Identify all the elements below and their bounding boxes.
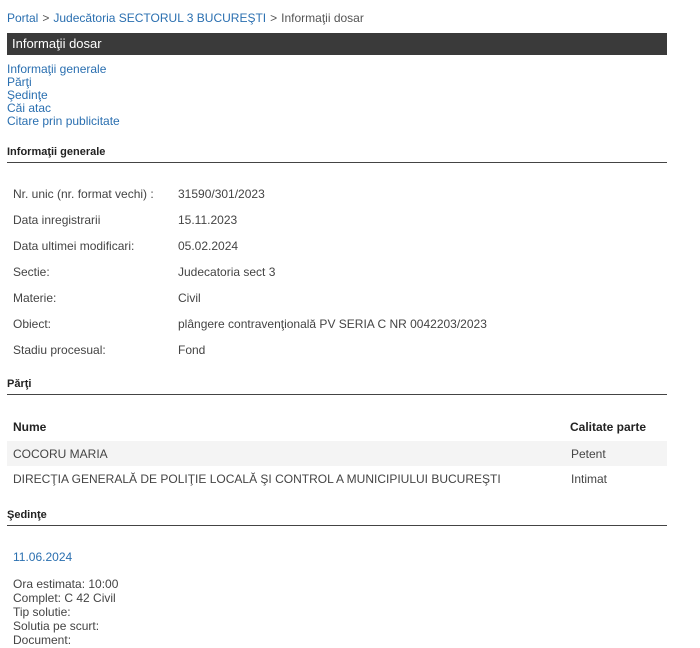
section-nav: Informaţii generale Părţi Şedinţe Căi at… [7,63,120,128]
info-value: 15.11.2023 [178,213,238,227]
parti-table-header: Nume Calitate parte [7,416,667,438]
column-header-nume: Nume [13,420,47,434]
hearing-details: Ora estimata: 10:00 Complet: C 42 Civil … [13,577,118,647]
breadcrumb-separator: > [270,11,278,25]
column-header-calitate: Calitate parte [570,420,647,434]
breadcrumb: Portal > Judecătoria SECTORUL 3 BUCUREŞTI >… [7,11,364,25]
party-role: Petent [571,447,606,461]
info-label: Stadiu procesual: [13,343,106,357]
info-value: Judecatoria sect 3 [178,265,276,279]
breadcrumb-court-link[interactable]: Judecătoria SECTORUL 3 BUCUREŞTI [53,11,266,25]
info-value: 31590/301/2023 [178,187,265,201]
hearing-detail: Tip solutie: [13,605,71,619]
breadcrumb-separator: > [42,11,50,25]
info-label: Materie: [13,291,57,305]
nav-link-cai-atac[interactable]: Căi atac [7,101,51,115]
nav-link-sedinte[interactable]: Şedinţe [7,88,48,102]
info-label: Obiect: [13,317,52,331]
table-row: COCORU MARIA Petent [7,441,667,466]
hearing-detail: Document: [13,633,72,647]
info-value: plângere contravenţională PV SERIA C NR … [178,317,487,331]
party-name: DIRECŢIA GENERALĂ DE POLIŢIE LOCALĂ ŞI C… [13,472,501,486]
breadcrumb-current: Informaţii dosar [281,11,364,25]
nav-link-citare[interactable]: Citare prin publicitate [7,114,120,128]
page-title: Informaţii dosar [7,33,667,55]
info-label: Data ultimei modificari: [13,239,135,253]
hearing-date: 11.06.2024 [13,550,73,564]
breadcrumb-portal-link[interactable]: Portal [7,11,38,25]
hearing-detail: Solutia pe scurt: [13,619,100,633]
info-value: Civil [178,291,201,305]
party-role: Intimat [571,472,608,486]
info-label: Sectie: [13,265,50,279]
info-label: Data inregistrarii [13,213,101,227]
info-value: Fond [178,343,206,357]
section-heading-parti: Părţi [7,378,667,395]
nav-link-parti[interactable]: Părţi [7,75,32,89]
hearing-detail: Ora estimata: 10:00 [13,577,119,591]
info-label: Nr. unic (nr. format vechi) : [13,187,154,201]
info-value: 05.02.2024 [178,239,239,253]
section-heading-sedinte: Şedinţe [7,509,667,526]
nav-link-informatii-generale[interactable]: Informaţii generale [7,62,106,76]
party-name: COCORU MARIA [13,447,108,461]
section-heading-informatii-generale: Informaţii generale [7,146,667,163]
hearing-detail: Complet: C 42 Civil [13,591,116,605]
table-row: DIRECŢIA GENERALĂ DE POLIŢIE LOCALĂ ŞI C… [7,466,667,491]
